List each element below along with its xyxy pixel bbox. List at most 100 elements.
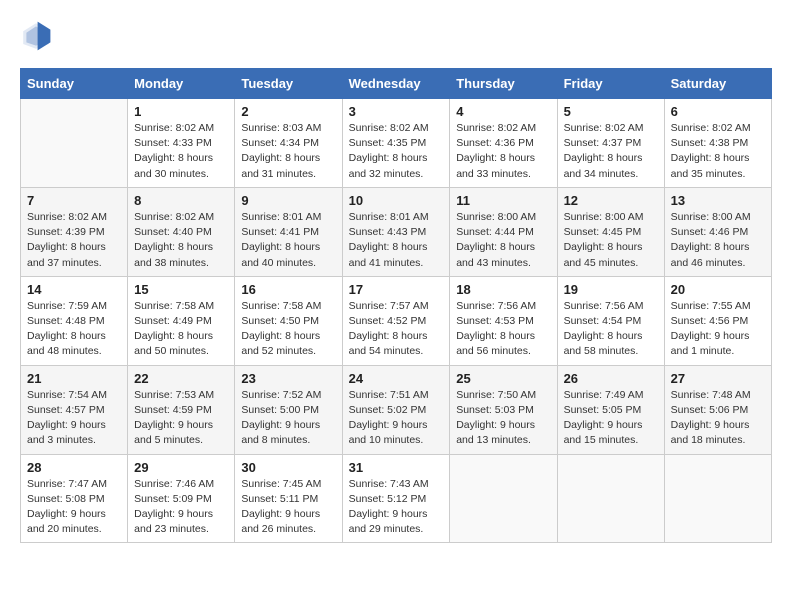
logo <box>20 20 56 52</box>
day-number: 13 <box>671 193 765 208</box>
day-number: 6 <box>671 104 765 119</box>
day-cell <box>557 454 664 543</box>
calendar-table: SundayMondayTuesdayWednesdayThursdayFrid… <box>20 68 772 543</box>
day-number: 8 <box>134 193 228 208</box>
day-number: 28 <box>27 460 121 475</box>
day-cell: 4 Sunrise: 8:02 AM Sunset: 4:36 PM Daylig… <box>450 99 557 188</box>
day-info: Sunrise: 7:49 AM Sunset: 5:05 PM Dayligh… <box>564 388 658 449</box>
day-number: 1 <box>134 104 228 119</box>
day-cell: 24Sunrise: 7:51 AM Sunset: 5:02 PM Dayli… <box>342 365 450 454</box>
day-cell: 26 Sunrise: 7:49 AM Sunset: 5:05 PM Dayli… <box>557 365 664 454</box>
day-info: Sunrise: 8:01 AM Sunset: 4:43 PM Dayligh… <box>349 210 444 271</box>
day-number: 20 <box>671 282 765 297</box>
day-cell: 13 Sunrise: 8:00 AM Sunset: 4:46 PM Dayli… <box>664 187 771 276</box>
day-info: Sunrise: 7:54 AM Sunset: 4:57 PM Dayligh… <box>27 388 121 449</box>
day-info: Sunrise: 8:02 AM Sunset: 4:37 PM Dayligh… <box>564 121 658 182</box>
day-info: Sunrise: 7:55 AM Sunset: 4:56 PM Dayligh… <box>671 299 765 360</box>
day-info: Sunrise: 7:48 AM Sunset: 5:06 PM Dayligh… <box>671 388 765 449</box>
day-info: Sunrise: 7:56 AM Sunset: 4:53 PM Dayligh… <box>456 299 550 360</box>
header-row: SundayMondayTuesdayWednesdayThursdayFrid… <box>21 69 772 99</box>
day-number: 22 <box>134 371 228 386</box>
day-number: 11 <box>456 193 550 208</box>
day-cell: 20 Sunrise: 7:55 AM Sunset: 4:56 PM Dayli… <box>664 276 771 365</box>
page-header <box>20 20 772 52</box>
day-number: 26 <box>564 371 658 386</box>
day-info: Sunrise: 7:47 AM Sunset: 5:08 PM Dayligh… <box>27 477 121 538</box>
day-number: 27 <box>671 371 765 386</box>
day-number: 12 <box>564 193 658 208</box>
day-cell: 15Sunrise: 7:58 AM Sunset: 4:49 PM Dayli… <box>128 276 235 365</box>
day-cell: 19Sunrise: 7:56 AM Sunset: 4:54 PM Dayli… <box>557 276 664 365</box>
col-header-thursday: Thursday <box>450 69 557 99</box>
day-number: 2 <box>241 104 335 119</box>
day-cell <box>664 454 771 543</box>
col-header-wednesday: Wednesday <box>342 69 450 99</box>
day-info: Sunrise: 8:02 AM Sunset: 4:39 PM Dayligh… <box>27 210 121 271</box>
col-header-monday: Monday <box>128 69 235 99</box>
day-info: Sunrise: 8:02 AM Sunset: 4:35 PM Dayligh… <box>349 121 444 182</box>
day-cell: 30 Sunrise: 7:45 AM Sunset: 5:11 PM Dayli… <box>235 454 342 543</box>
day-cell: 22Sunrise: 7:53 AM Sunset: 4:59 PM Dayli… <box>128 365 235 454</box>
day-number: 3 <box>349 104 444 119</box>
week-row-4: 21 Sunrise: 7:54 AM Sunset: 4:57 PM Dayli… <box>21 365 772 454</box>
day-number: 4 <box>456 104 550 119</box>
day-cell: 25Sunrise: 7:50 AM Sunset: 5:03 PM Dayli… <box>450 365 557 454</box>
week-row-3: 14Sunrise: 7:59 AM Sunset: 4:48 PM Dayli… <box>21 276 772 365</box>
week-row-5: 28 Sunrise: 7:47 AM Sunset: 5:08 PM Dayli… <box>21 454 772 543</box>
day-info: Sunrise: 8:02 AM Sunset: 4:38 PM Dayligh… <box>671 121 765 182</box>
day-cell: 16 Sunrise: 7:58 AM Sunset: 4:50 PM Dayli… <box>235 276 342 365</box>
day-number: 31 <box>349 460 444 475</box>
day-cell <box>450 454 557 543</box>
day-cell: 14Sunrise: 7:59 AM Sunset: 4:48 PM Dayli… <box>21 276 128 365</box>
day-number: 14 <box>27 282 121 297</box>
col-header-tuesday: Tuesday <box>235 69 342 99</box>
day-cell: 6 Sunrise: 8:02 AM Sunset: 4:38 PM Daylig… <box>664 99 771 188</box>
day-number: 29 <box>134 460 228 475</box>
day-cell: 8 Sunrise: 8:02 AM Sunset: 4:40 PM Daylig… <box>128 187 235 276</box>
day-info: Sunrise: 8:02 AM Sunset: 4:40 PM Dayligh… <box>134 210 228 271</box>
day-cell: 31 Sunrise: 7:43 AM Sunset: 5:12 PM Dayli… <box>342 454 450 543</box>
day-number: 21 <box>27 371 121 386</box>
day-number: 19 <box>564 282 658 297</box>
calendar-header: SundayMondayTuesdayWednesdayThursdayFrid… <box>21 69 772 99</box>
day-info: Sunrise: 7:57 AM Sunset: 4:52 PM Dayligh… <box>349 299 444 360</box>
col-header-saturday: Saturday <box>664 69 771 99</box>
day-number: 17 <box>349 282 444 297</box>
calendar-body: 1Sunrise: 8:02 AM Sunset: 4:33 PM Daylig… <box>21 99 772 543</box>
day-cell: 3 Sunrise: 8:02 AM Sunset: 4:35 PM Daylig… <box>342 99 450 188</box>
day-info: Sunrise: 8:01 AM Sunset: 4:41 PM Dayligh… <box>241 210 335 271</box>
day-cell: 2Sunrise: 8:03 AM Sunset: 4:34 PM Daylig… <box>235 99 342 188</box>
day-number: 18 <box>456 282 550 297</box>
day-cell: 1Sunrise: 8:02 AM Sunset: 4:33 PM Daylig… <box>128 99 235 188</box>
day-number: 30 <box>241 460 335 475</box>
col-header-friday: Friday <box>557 69 664 99</box>
day-cell: 12 Sunrise: 8:00 AM Sunset: 4:45 PM Dayli… <box>557 187 664 276</box>
week-row-1: 1Sunrise: 8:02 AM Sunset: 4:33 PM Daylig… <box>21 99 772 188</box>
day-info: Sunrise: 8:02 AM Sunset: 4:36 PM Dayligh… <box>456 121 550 182</box>
day-info: Sunrise: 7:50 AM Sunset: 5:03 PM Dayligh… <box>456 388 550 449</box>
day-number: 23 <box>241 371 335 386</box>
day-cell: 23Sunrise: 7:52 AM Sunset: 5:00 PM Dayli… <box>235 365 342 454</box>
day-cell: 27 Sunrise: 7:48 AM Sunset: 5:06 PM Dayli… <box>664 365 771 454</box>
day-cell: 7 Sunrise: 8:02 AM Sunset: 4:39 PM Daylig… <box>21 187 128 276</box>
day-info: Sunrise: 7:45 AM Sunset: 5:11 PM Dayligh… <box>241 477 335 538</box>
day-info: Sunrise: 7:58 AM Sunset: 4:50 PM Dayligh… <box>241 299 335 360</box>
day-number: 15 <box>134 282 228 297</box>
day-number: 7 <box>27 193 121 208</box>
day-info: Sunrise: 8:00 AM Sunset: 4:46 PM Dayligh… <box>671 210 765 271</box>
day-cell: 11 Sunrise: 8:00 AM Sunset: 4:44 PM Dayli… <box>450 187 557 276</box>
day-number: 9 <box>241 193 335 208</box>
day-info: Sunrise: 8:00 AM Sunset: 4:45 PM Dayligh… <box>564 210 658 271</box>
day-cell: 18 Sunrise: 7:56 AM Sunset: 4:53 PM Dayli… <box>450 276 557 365</box>
day-info: Sunrise: 7:43 AM Sunset: 5:12 PM Dayligh… <box>349 477 444 538</box>
day-info: Sunrise: 8:00 AM Sunset: 4:44 PM Dayligh… <box>456 210 550 271</box>
day-number: 16 <box>241 282 335 297</box>
logo-icon <box>20 20 52 52</box>
day-cell: 28 Sunrise: 7:47 AM Sunset: 5:08 PM Dayli… <box>21 454 128 543</box>
day-number: 5 <box>564 104 658 119</box>
day-cell: 29 Sunrise: 7:46 AM Sunset: 5:09 PM Dayli… <box>128 454 235 543</box>
day-cell: 9 Sunrise: 8:01 AM Sunset: 4:41 PM Daylig… <box>235 187 342 276</box>
day-info: Sunrise: 7:46 AM Sunset: 5:09 PM Dayligh… <box>134 477 228 538</box>
day-number: 24 <box>349 371 444 386</box>
day-cell: 21 Sunrise: 7:54 AM Sunset: 4:57 PM Dayli… <box>21 365 128 454</box>
